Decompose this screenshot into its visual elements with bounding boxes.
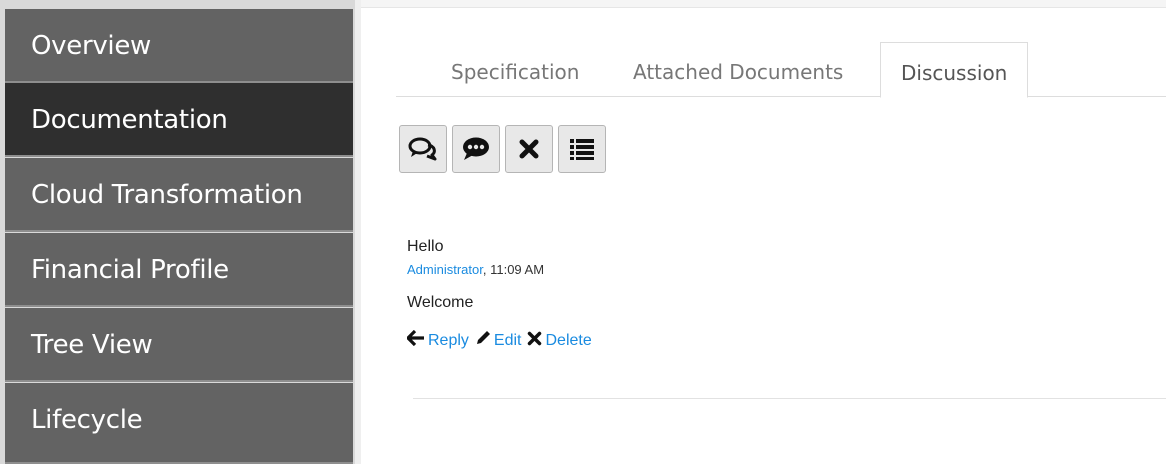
sidebar-item-cloud-transformation[interactable]: Cloud Transformation	[5, 158, 353, 232]
sidebar-item-overview[interactable]: Overview	[5, 9, 353, 83]
sidebar-item-financial-profile[interactable]: Financial Profile	[5, 233, 353, 307]
delete-link[interactable]: Delete	[527, 331, 592, 351]
sidebar-item-tree-view[interactable]: Tree View	[5, 308, 353, 382]
edit-label: Edit	[493, 331, 522, 349]
sidebar: Overview Documentation Cloud Transformat…	[0, 0, 355, 464]
comment-meta: Administrator, 11:09 AM	[407, 262, 544, 277]
close-icon	[518, 138, 540, 160]
close-icon	[527, 331, 545, 351]
comment-actions: Reply Edit Delete	[406, 329, 598, 351]
delete-all-button[interactable]	[505, 125, 553, 173]
comments-button[interactable]	[399, 125, 447, 173]
list-icon	[569, 138, 595, 160]
tab-bar: Specification Attached Documents Discuss…	[396, 42, 1166, 98]
comment-time: , 11:09 AM	[482, 262, 545, 277]
list-view-button[interactable]	[558, 125, 606, 173]
main-panel: Specification Attached Documents Discuss…	[361, 0, 1166, 464]
sidebar-item-documentation[interactable]: Documentation	[5, 83, 353, 157]
divider	[413, 398, 1166, 399]
top-strip	[361, 0, 1166, 8]
comment-body: Welcome	[407, 294, 474, 311]
delete-label: Delete	[545, 331, 592, 349]
tab-discussion[interactable]: Discussion	[880, 42, 1029, 98]
arrow-left-icon	[406, 329, 428, 351]
comment-title: Hello	[407, 238, 444, 255]
comment-author-link[interactable]: Administrator	[407, 262, 483, 277]
tab-specification[interactable]: Specification	[451, 42, 579, 97]
reply-label: Reply	[428, 331, 469, 349]
edit-link[interactable]: Edit	[475, 330, 522, 351]
sidebar-item-lifecycle[interactable]: Lifecycle	[5, 383, 353, 464]
comment-dots-icon	[461, 136, 491, 162]
reply-link[interactable]: Reply	[406, 329, 469, 351]
tab-attached-documents[interactable]: Attached Documents	[633, 42, 843, 97]
add-comment-button[interactable]	[452, 125, 500, 173]
pencil-icon	[475, 330, 494, 351]
comments-icon	[408, 137, 438, 161]
